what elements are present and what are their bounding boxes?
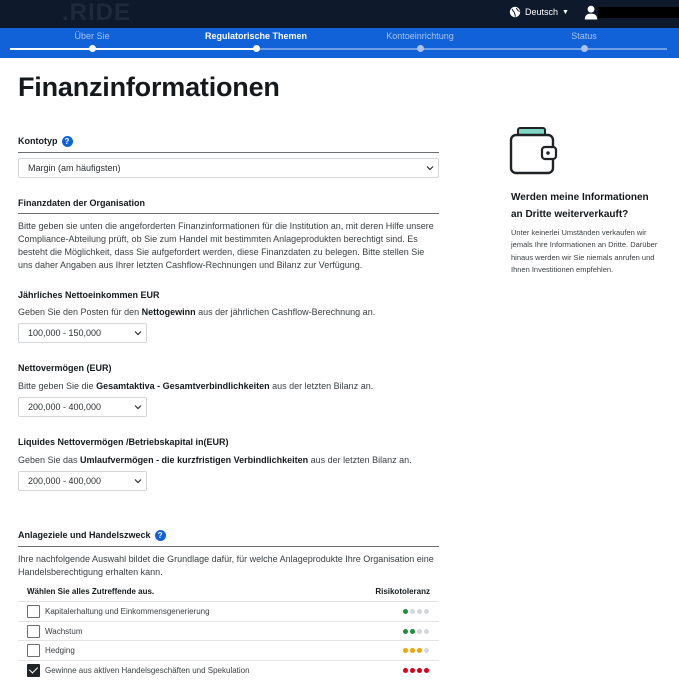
hint-emphasis: Umlaufvermögen - die kurzfristigen Verbi…	[80, 455, 309, 465]
risk-dot	[417, 609, 422, 614]
table-row[interactable]: Wachstum	[18, 620, 439, 641]
risk-dot	[403, 648, 408, 653]
risk-indicator	[403, 609, 429, 614]
kontotyp-label-text: Kontotyp	[18, 136, 58, 146]
column-header-risk: Risikotoleranz	[375, 587, 430, 596]
hint-emphasis: Nettogewinn	[141, 307, 196, 317]
anlageziele-label-text: Anlageziele und Handelszweck	[18, 530, 151, 540]
nettovermoegen-label: Nettovermögen (EUR)	[18, 363, 112, 373]
top-navigation-bar: .RIDE Deutsch ▼	[0, 0, 679, 28]
risk-dot	[403, 628, 408, 634]
progress-line-completed	[10, 48, 256, 50]
row-label: Kapitalerhaltung und Einkommensgenerieru…	[45, 607, 210, 616]
hint-text: Geben Sie das	[18, 455, 81, 465]
nettovermoegen-select-value: 200,000 - 400,000	[28, 402, 102, 412]
side-info-text: Unter keinerlei Umständen verkaufen wir …	[511, 228, 658, 275]
step-label-status[interactable]: Status	[519, 31, 649, 41]
checkbox[interactable]	[27, 605, 40, 618]
risk-dot	[417, 667, 422, 673]
hint-text: aus der letzten Bilanz an.	[269, 381, 374, 391]
progress-line-remaining	[256, 48, 667, 50]
liquides-nettovermoegen-select-value: 200,000 - 400,000	[28, 476, 102, 486]
row-label: Gewinne aus aktiven Handelsgeschäften un…	[45, 665, 250, 675]
step-dot-regulatorische-themen	[253, 45, 260, 52]
checkbox[interactable]	[27, 624, 40, 638]
liquides-nettovermoegen-select[interactable]: 200,000 - 400,000	[18, 471, 147, 491]
step-label-ueber-sie[interactable]: Über Sie	[27, 31, 157, 41]
finanzdaten-description: Bitte geben sie unten die angeforderten …	[18, 221, 434, 270]
brand-logo[interactable]: .RIDE	[62, 0, 131, 26]
risk-dot	[410, 628, 415, 634]
row-label: Hedging	[45, 646, 75, 655]
table-row[interactable]: Gewinne aus aktiven Handelsgeschäften un…	[18, 659, 439, 680]
risk-dot	[403, 667, 408, 673]
step-dot-status	[581, 45, 588, 52]
language-label: Deutsch	[525, 7, 559, 17]
hint-text: aus der jährlichen Cashflow-Berechnung a…	[195, 307, 376, 317]
user-icon[interactable]	[584, 5, 598, 20]
wallet-icon	[509, 127, 558, 175]
risk-dot	[417, 648, 422, 653]
chevron-down-icon	[134, 331, 142, 336]
progress-stepper: Über Sie Regulatorische Themen Kontoeinr…	[0, 28, 679, 58]
hint-text: aus der letzten Bilanz an.	[308, 455, 412, 465]
nettoeinkommen-label: Jährliches Nettoeinkommen EUR	[18, 290, 160, 300]
risk-dot	[417, 628, 422, 634]
anlageziele-description: Ihre nachfolgende Auswahl bildet die Gru…	[18, 554, 434, 577]
hint-emphasis: Gesamtaktiva - Gesamtverbindlichkeiten	[96, 381, 270, 391]
kontotyp-select[interactable]: Margin (am häufigsten)	[18, 158, 439, 178]
side-info-title: Werden meine Informationen an Dritte wei…	[511, 192, 649, 220]
nettoeinkommen-hint: Geben Sie den Posten für den Nettogewinn…	[18, 306, 439, 319]
language-selector[interactable]: Deutsch ▼	[509, 6, 569, 18]
nettoeinkommen-select[interactable]: 100,000 - 150,000	[18, 323, 147, 343]
step-dot-kontoeinrichtung	[417, 45, 424, 52]
caret-down-icon: ▼	[562, 8, 569, 16]
help-icon[interactable]: ?	[154, 530, 166, 542]
divider	[18, 213, 439, 214]
checkbox[interactable]	[27, 644, 40, 657]
help-icon[interactable]: ?	[61, 136, 73, 148]
risk-dot	[410, 609, 415, 614]
kontotyp-select-value: Margin (am häufigsten)	[28, 163, 121, 173]
anlageziele-label: Anlageziele und Handelszweck?	[18, 530, 166, 542]
nettovermoegen-hint: Bitte geben Sie die Gesamtaktiva - Gesam…	[18, 380, 439, 393]
kontotyp-label: Kontotyp?	[18, 136, 73, 148]
step-label-regulatorische-themen[interactable]: Regulatorische Themen	[191, 31, 321, 41]
chevron-down-icon	[134, 405, 142, 410]
nettoeinkommen-select-value: 100,000 - 150,000	[28, 328, 102, 338]
risk-indicator	[403, 628, 429, 634]
nettovermoegen-select[interactable]: 200,000 - 400,000	[18, 397, 147, 417]
risk-dot	[403, 609, 408, 614]
table-row[interactable]: Hedging	[18, 640, 439, 660]
step-dot-ueber-sie	[89, 45, 96, 52]
globe-icon	[509, 6, 521, 18]
step-label-kontoeinrichtung[interactable]: Kontoeinrichtung	[355, 31, 485, 41]
hint-text: Bitte geben Sie die	[18, 381, 97, 391]
risk-dot	[424, 609, 429, 614]
risk-dot	[410, 648, 415, 653]
liquides-nettovermoegen-label: Liquides Nettovermögen /Betriebskapital …	[18, 437, 229, 447]
risk-dot	[410, 667, 415, 673]
redacted-user-name[interactable]	[598, 7, 679, 18]
risk-indicator	[403, 648, 429, 653]
hint-text: Geben Sie den Posten für den	[18, 307, 142, 317]
column-header-select: Wählen Sie alles Zutreffende aus.	[27, 587, 155, 596]
table-header: Wählen Sie alles Zutreffende aus. Risiko…	[18, 583, 439, 600]
chevron-down-icon	[134, 479, 142, 484]
row-label: Wachstum	[45, 626, 83, 636]
risk-dot	[424, 628, 429, 634]
divider	[18, 546, 439, 547]
finanzdaten-heading: Finanzdaten der Organisation	[18, 198, 146, 208]
page-title: Finanzinformationen	[18, 72, 280, 102]
table-row[interactable]: Kapitalerhaltung und Einkommensgenerieru…	[18, 601, 439, 621]
risk-indicator	[403, 667, 429, 673]
risk-dot	[424, 667, 429, 673]
checkbox[interactable]	[27, 663, 40, 677]
chevron-down-icon	[426, 166, 434, 171]
liquides-nettovermoegen-hint: Geben Sie das Umlaufvermögen - die kurzf…	[18, 454, 439, 467]
divider	[18, 152, 439, 153]
risk-dot	[424, 648, 429, 653]
